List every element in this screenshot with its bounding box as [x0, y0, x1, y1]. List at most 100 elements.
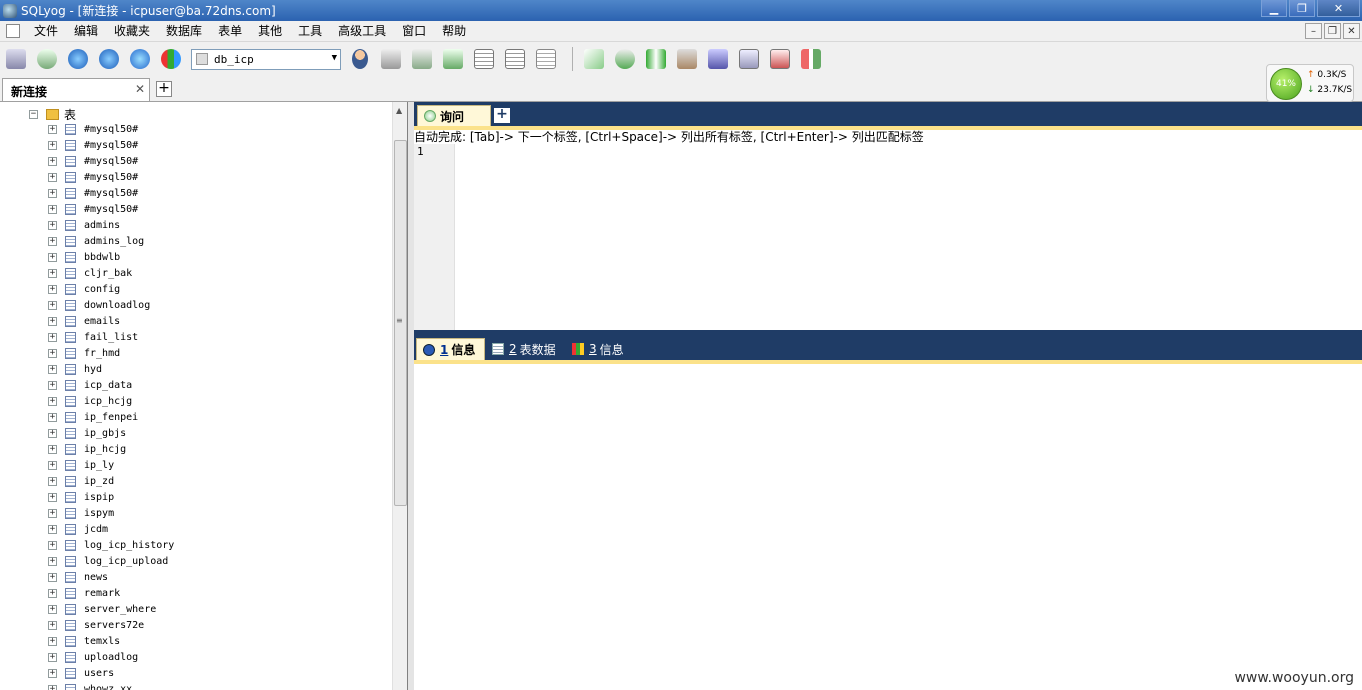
expand-icon[interactable]: +: [48, 604, 57, 614]
table-row[interactable]: + downloadlog: [48, 297, 174, 313]
data-sync-icon[interactable]: [643, 46, 669, 72]
import-external-data-icon[interactable]: [674, 46, 700, 72]
expand-icon[interactable]: +: [48, 316, 57, 326]
menu-table[interactable]: 表单: [210, 21, 250, 41]
expand-icon[interactable]: +: [48, 204, 57, 214]
expand-icon[interactable]: +: [48, 444, 57, 454]
expand-icon[interactable]: +: [48, 412, 57, 422]
table-row[interactable]: + fr_hmd: [48, 345, 174, 361]
notification-icon[interactable]: [736, 46, 762, 72]
result-panel[interactable]: [414, 364, 1362, 690]
table-row[interactable]: + icp_hcjg: [48, 393, 174, 409]
mdi-close-button[interactable]: ✕: [1343, 23, 1360, 39]
expand-icon[interactable]: +: [48, 268, 57, 278]
execute-all-icon[interactable]: [96, 46, 122, 72]
table-row[interactable]: + hyd: [48, 361, 174, 377]
table-row[interactable]: + bbdwlb: [48, 249, 174, 265]
menu-edit[interactable]: 编辑: [66, 21, 106, 41]
menu-database[interactable]: 数据库: [158, 21, 210, 41]
query-editor[interactable]: 1: [414, 144, 1362, 330]
expand-icon[interactable]: +: [48, 188, 57, 198]
table-row[interactable]: + admins: [48, 217, 174, 233]
menu-tools[interactable]: 工具: [290, 21, 330, 41]
expand-icon[interactable]: +: [48, 556, 57, 566]
table-row[interactable]: + #mysql50#: [48, 121, 174, 137]
restore-database-icon[interactable]: [409, 46, 435, 72]
menu-favorites[interactable]: 收藏夹: [106, 21, 158, 41]
maximize-button[interactable]: ❐: [1289, 0, 1315, 17]
expand-icon[interactable]: +: [48, 380, 57, 390]
table-row[interactable]: + ip_ly: [48, 457, 174, 473]
table-row[interactable]: + #mysql50#: [48, 185, 174, 201]
expand-icon[interactable]: +: [48, 428, 57, 438]
table-row[interactable]: + temxls: [48, 633, 174, 649]
schema-sync-icon[interactable]: [612, 46, 638, 72]
table-row[interactable]: + news: [48, 569, 174, 585]
expand-icon[interactable]: +: [48, 252, 57, 262]
table-row[interactable]: + remark: [48, 585, 174, 601]
table-row[interactable]: + #mysql50#: [48, 169, 174, 185]
close-tab-icon[interactable]: ✕: [135, 82, 145, 96]
backup-database-icon[interactable]: [378, 46, 404, 72]
table-row[interactable]: + cljr_bak: [48, 265, 174, 281]
menu-advanced-tools[interactable]: 高级工具: [330, 21, 394, 41]
table-row[interactable]: + ip_hcjg: [48, 441, 174, 457]
table-row[interactable]: + uploadlog: [48, 649, 174, 665]
table-row[interactable]: + emails: [48, 313, 174, 329]
tree-scrollbar[interactable]: ▲ ≡: [392, 102, 407, 690]
expand-icon[interactable]: +: [48, 236, 57, 246]
expand-icon[interactable]: +: [48, 332, 57, 342]
expand-icon[interactable]: +: [48, 284, 57, 294]
expand-icon[interactable]: +: [48, 140, 57, 150]
table-row[interactable]: + #mysql50#: [48, 201, 174, 217]
minimize-button[interactable]: ▁: [1261, 0, 1287, 17]
diagram-icon[interactable]: [798, 46, 824, 72]
connection-tab[interactable]: 新连接 ✕: [2, 78, 150, 101]
collapse-icon[interactable]: −: [29, 109, 38, 119]
expand-icon[interactable]: +: [48, 684, 57, 690]
scroll-up-icon[interactable]: ▲: [396, 106, 402, 115]
table-row[interactable]: + log_icp_upload: [48, 553, 174, 569]
expand-icon[interactable]: +: [48, 636, 57, 646]
table-row[interactable]: + log_icp_history: [48, 537, 174, 553]
table-row[interactable]: + fail_list: [48, 329, 174, 345]
table-structure-icon[interactable]: [471, 46, 497, 72]
query-tab[interactable]: 询问: [417, 105, 491, 126]
expand-icon[interactable]: +: [48, 172, 57, 182]
chevron-down-icon[interactable]: ▼: [332, 53, 337, 63]
menu-window[interactable]: 窗口: [394, 21, 434, 41]
expand-icon[interactable]: +: [48, 540, 57, 550]
mdi-minimize-button[interactable]: –: [1305, 23, 1322, 39]
table-row[interactable]: + ip_zd: [48, 473, 174, 489]
new-connection-icon[interactable]: [3, 46, 29, 72]
menu-other[interactable]: 其他: [250, 21, 290, 41]
scheduler-icon[interactable]: [705, 46, 731, 72]
expand-icon[interactable]: +: [48, 220, 57, 230]
refresh-icon[interactable]: [127, 46, 153, 72]
table-row[interactable]: + ip_gbjs: [48, 425, 174, 441]
table-row[interactable]: + admins_log: [48, 233, 174, 249]
table-row[interactable]: + icp_data: [48, 377, 174, 393]
expand-icon[interactable]: +: [48, 348, 57, 358]
schema-designer-icon[interactable]: [767, 46, 793, 72]
execute-query-icon[interactable]: [65, 46, 91, 72]
export-icon[interactable]: [440, 46, 466, 72]
close-button[interactable]: ✕: [1317, 0, 1360, 17]
expand-icon[interactable]: +: [48, 156, 57, 166]
expand-icon[interactable]: +: [48, 508, 57, 518]
table-row[interactable]: + #mysql50#: [48, 153, 174, 169]
table-index-icon[interactable]: [533, 46, 559, 72]
document-icon[interactable]: [6, 24, 20, 38]
tables-folder[interactable]: − 表: [29, 106, 76, 122]
tab-table-data[interactable]: 2 表数据: [486, 338, 564, 360]
database-selector[interactable]: db_icp ▼: [191, 48, 341, 70]
expand-icon[interactable]: +: [48, 492, 57, 502]
table-row[interactable]: + jcdm: [48, 521, 174, 537]
expand-icon[interactable]: +: [48, 460, 57, 470]
table-row[interactable]: + ispip: [48, 489, 174, 505]
table-row[interactable]: + #mysql50#: [48, 137, 174, 153]
menu-file[interactable]: 文件: [26, 21, 66, 41]
table-row[interactable]: + ip_fenpei: [48, 409, 174, 425]
table-row[interactable]: + ispym: [48, 505, 174, 521]
expand-icon[interactable]: +: [48, 652, 57, 662]
